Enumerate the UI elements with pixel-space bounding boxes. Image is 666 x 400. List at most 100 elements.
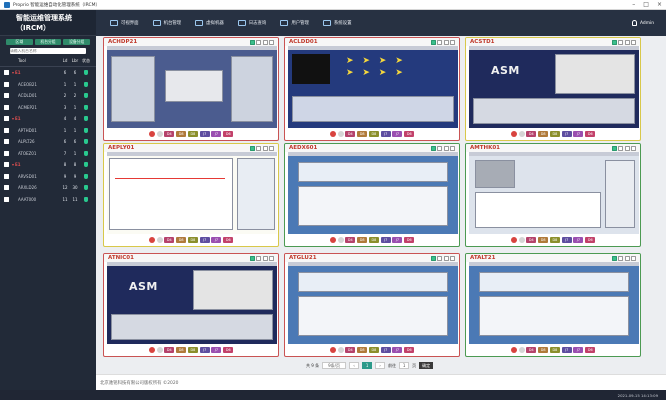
action-button[interactable]: D8 [538, 131, 549, 137]
action-button[interactable]: D4 [345, 131, 356, 137]
alarm-icon[interactable] [329, 131, 336, 137]
expand-icon[interactable] [269, 255, 274, 261]
tool-tile[interactable]: ACSTD1 ASM D4 D8 D8 J7 J7 D6 [465, 37, 641, 141]
action-button[interactable]: J7 [573, 237, 584, 243]
refresh-icon[interactable] [437, 145, 442, 151]
refresh-icon[interactable] [256, 255, 261, 261]
tree-group-row[interactable]: ▾ E1 6 6 [0, 67, 96, 79]
tool-tile[interactable]: ATGLU21 D4 D8 D8 J7 J7 D6 [284, 253, 460, 357]
nav-item-1[interactable]: 可视界面 [110, 20, 139, 26]
action-button[interactable]: D8 [549, 131, 560, 137]
power-icon[interactable] [156, 131, 163, 137]
tool-tile[interactable]: ATNIC01 ASM D4 D8 D8 J7 J7 D6 [103, 253, 279, 357]
refresh-icon[interactable] [437, 39, 442, 45]
page-number-1[interactable]: 1 [362, 362, 373, 369]
action-button[interactable]: D8 [368, 347, 379, 353]
action-button[interactable]: D8 [357, 131, 368, 137]
tool-tile[interactable]: ATALT21 D4 D8 D8 J7 J7 D6 [465, 253, 641, 357]
lock-icon[interactable] [430, 255, 436, 261]
action-button[interactable]: J7 [199, 237, 210, 243]
remote-screen-thumbnail[interactable]: ASM [107, 262, 277, 344]
page-go-button[interactable]: 确定 [419, 362, 434, 369]
row-checkbox[interactable] [4, 70, 9, 76]
action-button[interactable]: D6 [223, 237, 234, 243]
remote-screen-thumbnail[interactable] [469, 152, 639, 234]
page-jump-input[interactable]: 1 [399, 362, 410, 369]
tree-item-row[interactable]: ACDLD01 2 2 [0, 90, 96, 102]
refresh-icon[interactable] [256, 39, 261, 45]
remote-screen-thumbnail[interactable] [288, 152, 458, 234]
action-button[interactable]: J7 [199, 347, 210, 353]
tool-tile[interactable]: ACHDP21 D4 D8 D8 J7 J7 D6 [103, 37, 279, 141]
row-checkbox[interactable] [4, 104, 9, 110]
action-button[interactable]: J7 [392, 131, 403, 137]
action-button[interactable]: J7 [380, 347, 391, 353]
caret-down-icon[interactable]: ▾ [12, 116, 14, 121]
row-checkbox[interactable] [4, 139, 9, 145]
expand-icon[interactable] [450, 255, 455, 261]
lock-icon[interactable] [611, 39, 617, 45]
row-checkbox[interactable] [4, 81, 9, 87]
row-checkbox[interactable] [4, 150, 9, 156]
action-button[interactable]: D4 [526, 237, 537, 243]
remote-screen-thumbnail[interactable]: ➤ ➤ ➤ ➤ ➤ ➤ ➤ ➤ [288, 46, 458, 128]
tool-tile[interactable]: AEDX601 D4 D8 D8 J7 J7 D6 [284, 143, 460, 247]
lock-icon[interactable] [611, 255, 617, 261]
row-checkbox[interactable] [4, 116, 9, 122]
action-button[interactable]: J7 [380, 237, 391, 243]
page-size-select[interactable]: 9条/页 [322, 362, 347, 369]
tool-search-input[interactable] [10, 48, 86, 54]
action-button[interactable]: J7 [199, 131, 210, 137]
tool-tile[interactable]: ACLDD01 ➤ ➤ ➤ ➤ ➤ ➤ ➤ ➤ D4 D8 D8 J7 J7 D6 [284, 37, 460, 141]
action-button[interactable]: D8 [187, 347, 198, 353]
next-page-button[interactable]: › [375, 362, 386, 369]
expand-icon[interactable] [269, 145, 274, 151]
expand-icon[interactable] [631, 39, 636, 45]
action-button[interactable]: D8 [368, 237, 379, 243]
expand-icon[interactable] [450, 145, 455, 151]
nav-item-6[interactable]: 系统设置 [322, 20, 351, 26]
alarm-icon[interactable] [148, 347, 155, 353]
action-button[interactable]: D8 [538, 237, 549, 243]
action-button[interactable]: J7 [561, 237, 572, 243]
alarm-icon[interactable] [510, 237, 517, 243]
alarm-icon[interactable] [510, 347, 517, 353]
tree-item-row[interactable]: ARXLD26 12 30 [0, 182, 96, 194]
tool-tile[interactable]: AEPLY01 D4 D8 D8 J7 J7 D6 [103, 143, 279, 247]
power-icon[interactable] [337, 347, 344, 353]
action-button[interactable]: D6 [223, 347, 234, 353]
action-button[interactable]: D6 [585, 347, 596, 353]
action-button[interactable]: D4 [164, 131, 175, 137]
expand-icon[interactable] [450, 39, 455, 45]
lock-icon[interactable] [249, 255, 255, 261]
prev-page-button[interactable]: ‹ [349, 362, 360, 369]
window-icon[interactable] [624, 39, 630, 45]
expand-icon[interactable] [631, 145, 636, 151]
action-button[interactable]: J7 [211, 347, 222, 353]
action-button[interactable]: D4 [164, 237, 175, 243]
alarm-icon[interactable] [148, 131, 155, 137]
power-icon[interactable] [518, 131, 525, 137]
action-button[interactable]: D4 [164, 347, 175, 353]
row-checkbox[interactable] [4, 162, 9, 168]
tree-item-row[interactable]: ATOEZ01 7 1 [0, 148, 96, 160]
action-button[interactable]: D6 [585, 237, 596, 243]
row-checkbox[interactable] [4, 185, 9, 191]
tab-tool-group[interactable]: 机台分组 [34, 39, 62, 45]
alarm-icon[interactable] [329, 347, 336, 353]
user-menu[interactable]: Admin [632, 20, 654, 26]
caret-down-icon[interactable]: ▾ [12, 70, 14, 75]
action-button[interactable]: D4 [345, 237, 356, 243]
action-button[interactable]: D6 [404, 131, 415, 137]
window-icon[interactable] [443, 145, 449, 151]
refresh-icon[interactable] [618, 255, 623, 261]
power-icon[interactable] [337, 131, 344, 137]
minimize-icon[interactable]: – [632, 1, 635, 8]
nav-item-3[interactable]: 虚拟机器 [195, 20, 224, 26]
window-icon[interactable] [443, 39, 449, 45]
power-icon[interactable] [337, 237, 344, 243]
action-button[interactable]: D8 [357, 347, 368, 353]
action-button[interactable]: D6 [404, 347, 415, 353]
lock-icon[interactable] [430, 39, 436, 45]
alarm-icon[interactable] [148, 237, 155, 243]
